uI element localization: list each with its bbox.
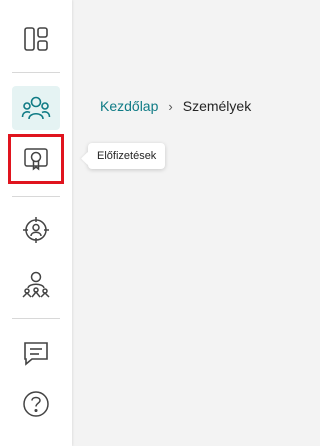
rail-divider bbox=[12, 318, 60, 319]
network-person-button[interactable] bbox=[12, 262, 60, 306]
chat-icon bbox=[22, 339, 50, 367]
help-icon bbox=[21, 389, 51, 419]
chevron-right-icon: › bbox=[168, 98, 173, 114]
dashboard-button[interactable] bbox=[12, 17, 60, 61]
people-button[interactable] bbox=[12, 86, 60, 130]
target-person-icon bbox=[21, 215, 51, 245]
rail-divider bbox=[12, 72, 60, 73]
breadcrumb-home-link[interactable]: Kezdőlap bbox=[100, 98, 158, 114]
subscriptions-button[interactable] bbox=[8, 134, 64, 184]
breadcrumb-current: Személyek bbox=[182, 98, 252, 114]
network-person-icon bbox=[21, 269, 51, 299]
help-button[interactable] bbox=[12, 382, 60, 426]
navigation-rail bbox=[0, 0, 72, 446]
people-icon bbox=[21, 94, 51, 122]
subscriptions-icon bbox=[23, 146, 49, 172]
breadcrumb: Kezdőlap › Személyek bbox=[100, 98, 251, 114]
dashboard-icon bbox=[22, 25, 50, 53]
rail-divider bbox=[12, 196, 60, 197]
target-person-button[interactable] bbox=[12, 208, 60, 252]
chat-button[interactable] bbox=[12, 331, 60, 375]
main-content: Kezdőlap › Személyek bbox=[72, 0, 312, 446]
